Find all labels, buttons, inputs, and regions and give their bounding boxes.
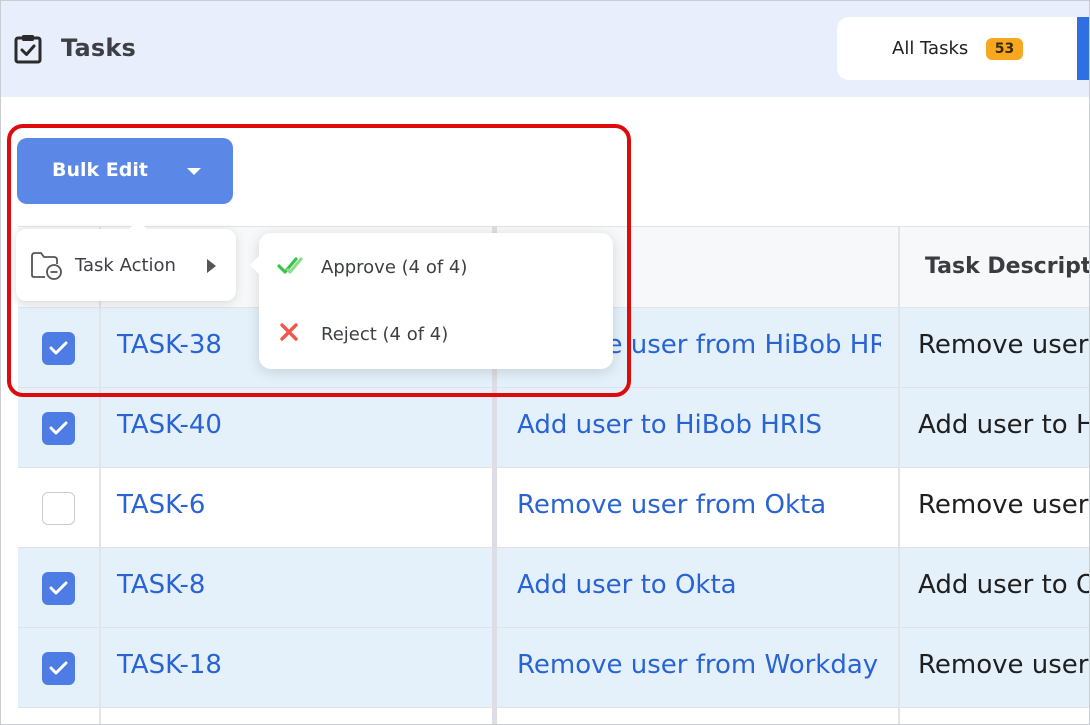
table-row[interactable]: TASK-18 Remove user from Workday Remove …: [18, 628, 1089, 708]
clipboard-check-icon: [14, 35, 42, 64]
row-checkbox[interactable]: [42, 652, 75, 685]
task-name-link[interactable]: Add user to HiBob HRIS: [517, 410, 881, 440]
row-checkbox[interactable]: [42, 332, 75, 365]
row-checkbox[interactable]: [42, 572, 75, 605]
checkmark-icon: [49, 341, 68, 355]
task-id-link[interactable]: TASK-38: [117, 330, 222, 360]
double-check-icon: [277, 257, 303, 274]
row-checkbox[interactable]: [42, 492, 75, 525]
checkmark-icon: [49, 421, 68, 435]
task-name-link[interactable]: Remove user from Okta: [517, 490, 881, 520]
approve-label: Approve (4 of 4): [321, 257, 468, 278]
table-row[interactable]: TASK-6 Remove user from Okta Remove user…: [18, 468, 1089, 548]
bulk-edit-menu: Task Action: [16, 220, 236, 301]
task-action-submenu: Approve (4 of 4) Reject (4 of 4): [250, 233, 613, 369]
task-description: Remove user from Okta: [918, 490, 1089, 520]
app-window: Tasks All Tasks 53 Bulk Edit Task Descri…: [0, 0, 1090, 725]
submenu-pointer: [250, 256, 259, 274]
task-id-link[interactable]: TASK-8: [117, 570, 205, 600]
row-checkbox[interactable]: [42, 412, 75, 445]
task-description: Add user to HiBob HRIS: [918, 410, 1089, 440]
column-divider: [898, 226, 900, 724]
table-row[interactable]: TASK-40 Add user to HiBob HRIS Add user …: [18, 388, 1089, 468]
bulk-edit-button[interactable]: Bulk Edit: [17, 138, 233, 204]
task-id-link[interactable]: TASK-18: [117, 650, 222, 680]
task-description: Remove user from HiBob HRIS: [918, 330, 1089, 360]
column-header-task-description[interactable]: Task Description: [925, 254, 1089, 279]
close-icon: [280, 323, 298, 341]
task-action-label: Task Action: [75, 255, 176, 276]
task-id-link[interactable]: TASK-6: [117, 490, 205, 520]
menu-item-reject[interactable]: Reject (4 of 4): [259, 304, 613, 362]
task-count-badge: 53: [986, 38, 1023, 60]
task-description: Add user to Okta: [918, 570, 1089, 600]
chevron-right-icon: [207, 259, 216, 273]
checkmark-icon: [49, 661, 68, 675]
checkmark-icon: [49, 581, 68, 595]
task-id-link[interactable]: TASK-40: [117, 410, 222, 440]
page-header: Tasks All Tasks 53: [1, 1, 1089, 97]
task-name-link[interactable]: Add user to Okta: [517, 570, 881, 600]
chevron-down-icon: [187, 168, 201, 175]
page-title: Tasks: [61, 34, 137, 62]
table-row[interactable]: TASK-8 Add user to Okta Add user to Okta: [18, 548, 1089, 628]
menu-item-approve[interactable]: Approve (4 of 4): [259, 237, 613, 295]
task-name-link[interactable]: Remove user from Workday: [517, 650, 881, 680]
tab-all-tasks-label: All Tasks: [892, 38, 969, 59]
reject-label: Reject (4 of 4): [321, 324, 449, 345]
tab-all-tasks[interactable]: All Tasks 53: [837, 17, 1081, 80]
task-description: Remove user from Workday: [918, 650, 1089, 680]
next-tab-edge[interactable]: [1077, 17, 1089, 80]
folder-minus-icon: [31, 252, 62, 280]
bulk-edit-label: Bulk Edit: [52, 159, 148, 181]
menu-item-task-action[interactable]: Task Action: [16, 229, 236, 301]
